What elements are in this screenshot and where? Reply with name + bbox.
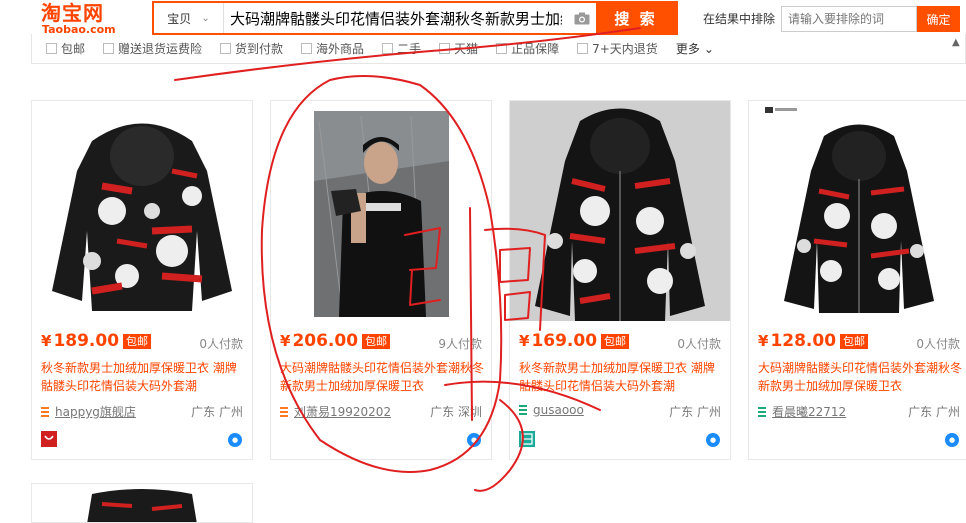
filter-label: 货到付款 bbox=[235, 42, 284, 56]
currency-symbol: ¥ bbox=[280, 332, 291, 350]
filter-label: 赠送退货运费险 bbox=[118, 42, 203, 56]
filter-bar: 包邮 赠送退货运费险 货到付款 海外商品 二手 天猫 正品保障 7+天内退货 更… bbox=[31, 34, 966, 64]
price-value: 206.00 bbox=[292, 331, 359, 351]
search-input[interactable] bbox=[224, 3, 568, 33]
exclude-confirm-button[interactable]: 确定 bbox=[917, 6, 960, 32]
wangwang-chat-icon[interactable]: ● bbox=[467, 433, 481, 447]
paid-count: 0人付款 bbox=[199, 337, 243, 351]
filter-return-insurance[interactable]: 赠送退货运费险 bbox=[103, 40, 202, 57]
free-shipping-tag: 包邮 bbox=[601, 333, 630, 349]
chevron-down-icon: ⌄ bbox=[201, 12, 210, 24]
filter-more-label: 更多 bbox=[675, 42, 700, 56]
product-card[interactable]: ¥206.00 包邮 9人付款 大码潮牌骷髅头印花情侣装外套潮秋冬新款男士加绒加厚… bbox=[270, 100, 492, 460]
filter-label: 二手 bbox=[397, 42, 422, 56]
shop-info: gusaooo bbox=[519, 403, 584, 417]
paid-count: 0人付款 bbox=[677, 337, 721, 351]
wangwang-chat-icon[interactable]: ● bbox=[228, 433, 242, 447]
shop-location: 广东 广州 bbox=[191, 405, 243, 419]
taobao-logo[interactable]: 淘宝网 Taobao.com bbox=[41, 2, 141, 36]
tmall-icon[interactable] bbox=[41, 431, 57, 447]
product-image[interactable] bbox=[271, 101, 491, 321]
checkbox[interactable] bbox=[46, 43, 57, 54]
filter-label: 正品保障 bbox=[511, 42, 560, 56]
product-title[interactable]: 秋冬新款男士加绒加厚保暖卫衣 潮牌骷髅头印花情侣装大码外套潮 bbox=[41, 359, 247, 395]
paid-count: 9人付款 bbox=[438, 337, 482, 351]
shop-link[interactable]: gusaooo bbox=[533, 403, 584, 417]
product-title[interactable]: 大码潮牌骷髅头印花情侣装外套潮秋冬新款男士加绒加厚保暖卫衣 bbox=[280, 359, 486, 395]
product-title[interactable]: 秋冬新款男士加绒加厚保暖卫衣 潮牌骷髅头印花情侣装大码外套潮 bbox=[519, 359, 725, 395]
shop-icon bbox=[280, 406, 288, 417]
currency-symbol: ¥ bbox=[519, 332, 530, 350]
paid-count: 0人付款 bbox=[916, 337, 960, 351]
checkbox[interactable] bbox=[496, 43, 508, 54]
shop-location: 广东 广州 bbox=[669, 405, 721, 419]
product-price: ¥206.00 包邮 bbox=[280, 331, 391, 351]
product-price: ¥189.00 包邮 bbox=[41, 331, 152, 351]
eye-badge-icon[interactable] bbox=[519, 431, 535, 447]
filter-7day-return[interactable]: 7+天内退货 bbox=[577, 40, 658, 57]
checkbox[interactable] bbox=[439, 43, 451, 54]
camera-icon[interactable] bbox=[568, 3, 596, 33]
currency-symbol: ¥ bbox=[758, 332, 769, 350]
checkbox[interactable] bbox=[220, 43, 232, 54]
product-image[interactable] bbox=[32, 101, 252, 321]
product-price: ¥128.00 包邮 bbox=[758, 331, 869, 351]
chevron-down-icon: ⌄ bbox=[703, 41, 714, 56]
checkbox[interactable] bbox=[577, 43, 589, 54]
wangwang-chat-icon[interactable]: ● bbox=[706, 433, 720, 447]
shop-info: 看晨曦22712 bbox=[758, 403, 846, 420]
product-price: ¥169.00 包邮 bbox=[519, 331, 630, 351]
shop-location: 广东 深圳 bbox=[430, 405, 482, 419]
shop-link[interactable]: 看晨曦22712 bbox=[772, 403, 846, 420]
search-category-label: 宝贝 bbox=[167, 11, 192, 26]
price-value: 169.00 bbox=[531, 331, 598, 351]
shop-link[interactable]: 刘萧易19920202 bbox=[294, 403, 391, 420]
filter-label: 7+天内退货 bbox=[592, 42, 658, 56]
filter-second-hand[interactable]: 二手 bbox=[382, 40, 421, 57]
shop-info: 刘萧易19920202 bbox=[280, 403, 391, 420]
filter-more-button[interactable]: 更多 ⌄ bbox=[676, 40, 714, 57]
filter-genuine[interactable]: 正品保障 bbox=[496, 40, 559, 57]
price-value: 189.00 bbox=[53, 331, 120, 351]
product-card[interactable]: ¥128.00 包邮 0人付款 大码潮牌骷髅头印花情侣装外套潮秋冬新款男士加绒加厚… bbox=[748, 100, 966, 460]
exclude-input[interactable] bbox=[781, 6, 917, 32]
currency-symbol: ¥ bbox=[41, 332, 52, 350]
wangwang-chat-icon[interactable]: ● bbox=[945, 433, 959, 447]
filter-tmall[interactable]: 天猫 bbox=[439, 40, 478, 57]
search-bar: 宝贝 ⌄ 搜 索 bbox=[152, 1, 678, 35]
shop-icon bbox=[758, 406, 766, 417]
free-shipping-tag: 包邮 bbox=[123, 333, 152, 349]
checkbox[interactable] bbox=[103, 43, 115, 54]
filter-free-shipping[interactable]: 包邮 bbox=[46, 40, 85, 57]
product-card[interactable]: ¥189.00 包邮 0人付款 秋冬新款男士加绒加厚保暖卫衣 潮牌骷髅头印花情侣装… bbox=[31, 100, 253, 460]
filter-label: 包邮 bbox=[61, 42, 86, 56]
checkbox[interactable] bbox=[382, 43, 394, 54]
filter-label: 天猫 bbox=[454, 42, 479, 56]
product-image[interactable] bbox=[510, 101, 730, 321]
search-category-select[interactable]: 宝贝 ⌄ bbox=[154, 3, 224, 33]
product-card[interactable]: ¥169.00 包邮 0人付款 秋冬新款男士加绒加厚保暖卫衣 潮牌骷髅头印花情侣装… bbox=[509, 100, 731, 460]
product-image[interactable] bbox=[32, 484, 253, 523]
shop-icon bbox=[41, 406, 49, 417]
checkbox[interactable] bbox=[301, 43, 313, 54]
filter-label: 海外商品 bbox=[316, 42, 365, 56]
product-card[interactable] bbox=[31, 483, 253, 523]
product-image[interactable] bbox=[749, 101, 966, 321]
shop-location: 广东 广州 bbox=[908, 405, 960, 419]
filter-overseas[interactable]: 海外商品 bbox=[301, 40, 364, 57]
scroll-up-arrow-icon[interactable]: ▲ bbox=[952, 37, 964, 51]
free-shipping-tag: 包邮 bbox=[362, 333, 391, 349]
product-title[interactable]: 大码潮牌骷髅头印花情侣装外套潮秋冬新款男士加绒加厚保暖卫衣 bbox=[758, 359, 964, 395]
logo-chinese: 淘宝网 bbox=[41, 1, 104, 25]
filter-cash-on-delivery[interactable]: 货到付款 bbox=[220, 40, 283, 57]
shop-info: happyg旗舰店 bbox=[41, 403, 136, 420]
free-shipping-tag: 包邮 bbox=[840, 333, 869, 349]
shop-link[interactable]: happyg旗舰店 bbox=[55, 403, 136, 420]
search-button[interactable]: 搜 索 bbox=[596, 3, 676, 33]
exclude-label: 在结果中排除 bbox=[703, 12, 776, 26]
shop-icon bbox=[519, 405, 527, 415]
price-value: 128.00 bbox=[770, 331, 837, 351]
